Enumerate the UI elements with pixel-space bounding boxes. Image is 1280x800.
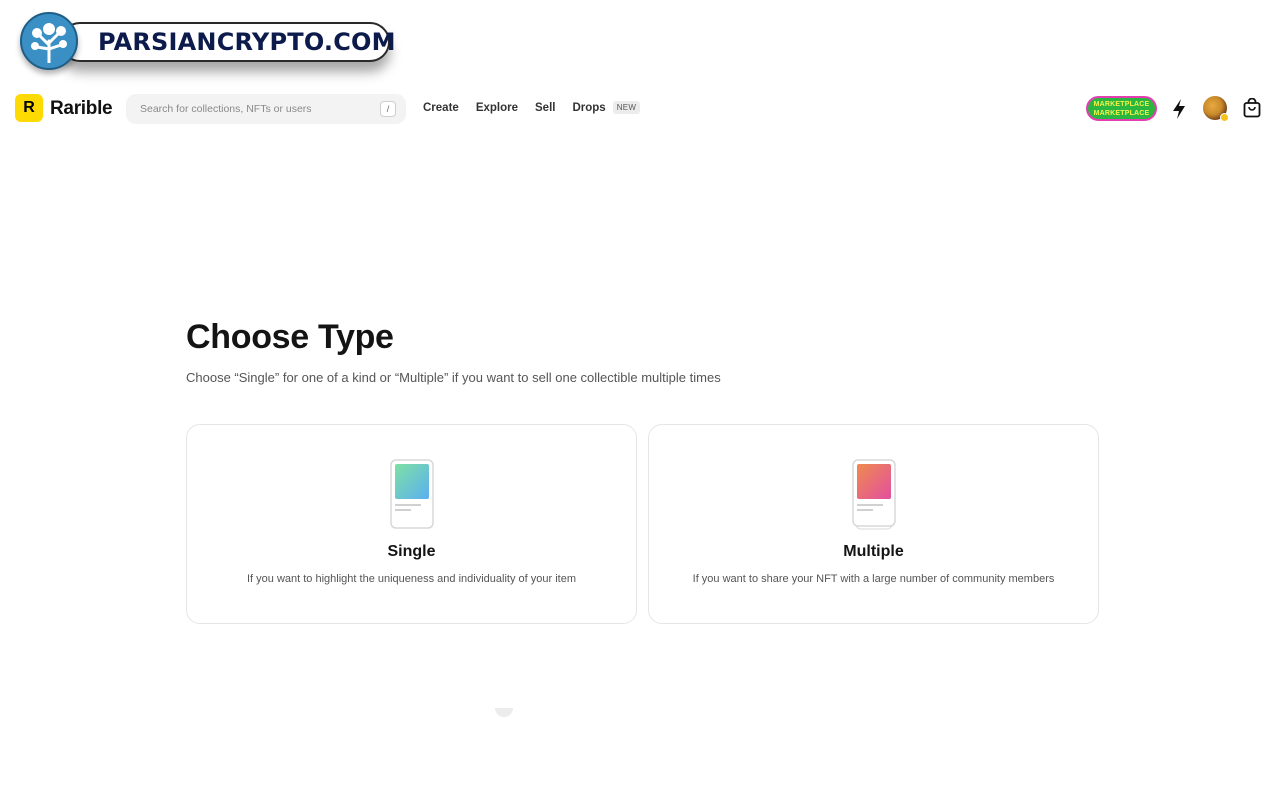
verified-badge-icon bbox=[1220, 113, 1229, 122]
rarible-logo-icon[interactable]: R bbox=[15, 94, 43, 122]
single-card-description: If you want to highlight the uniqueness … bbox=[247, 573, 576, 585]
page-title: Choose Type bbox=[186, 318, 394, 356]
loading-indicator bbox=[495, 708, 513, 717]
lightning-icon[interactable] bbox=[1170, 98, 1188, 120]
new-badge: NEW bbox=[612, 101, 641, 114]
page-subtitle: Choose “Single” for one of a kind or “Mu… bbox=[186, 370, 721, 385]
single-nft-icon bbox=[389, 459, 434, 529]
single-card-title: Single bbox=[387, 543, 436, 560]
nav-sell[interactable]: Sell bbox=[535, 102, 555, 114]
marketplace-badge[interactable]: MARKETPLACE MARKETPLACE bbox=[1086, 96, 1157, 121]
multiple-nft-icon bbox=[851, 459, 896, 530]
marketplace-badge-line1: MARKETPLACE bbox=[1093, 100, 1150, 108]
main-nav: Create Explore Sell Drops NEW bbox=[423, 101, 641, 114]
shopping-bag-icon[interactable] bbox=[1243, 98, 1261, 118]
marketplace-badge-line2: MARKETPLACE bbox=[1093, 109, 1150, 117]
multiple-card-title: Multiple bbox=[843, 543, 904, 560]
nav-drops[interactable]: Drops bbox=[572, 102, 605, 114]
single-type-card[interactable]: Single If you want to highlight the uniq… bbox=[186, 424, 637, 624]
watermark: PARSIANCRYPTO.COM bbox=[20, 12, 396, 72]
search-shortcut-key: / bbox=[380, 101, 396, 117]
watermark-text: PARSIANCRYPTO.COM bbox=[60, 22, 396, 62]
brand-name[interactable]: Rarible bbox=[50, 98, 113, 120]
nav-explore[interactable]: Explore bbox=[476, 102, 518, 114]
multiple-type-card[interactable]: Multiple If you want to share your NFT w… bbox=[648, 424, 1099, 624]
search-bar[interactable]: / bbox=[126, 94, 406, 124]
search-input[interactable] bbox=[140, 103, 360, 115]
tree-logo-icon bbox=[20, 12, 78, 70]
multiple-card-description: If you want to share your NFT with a lar… bbox=[692, 573, 1055, 585]
nav-create[interactable]: Create bbox=[423, 102, 459, 114]
top-navbar: R Rarible / Create Explore Sell Drops NE… bbox=[0, 86, 1280, 132]
